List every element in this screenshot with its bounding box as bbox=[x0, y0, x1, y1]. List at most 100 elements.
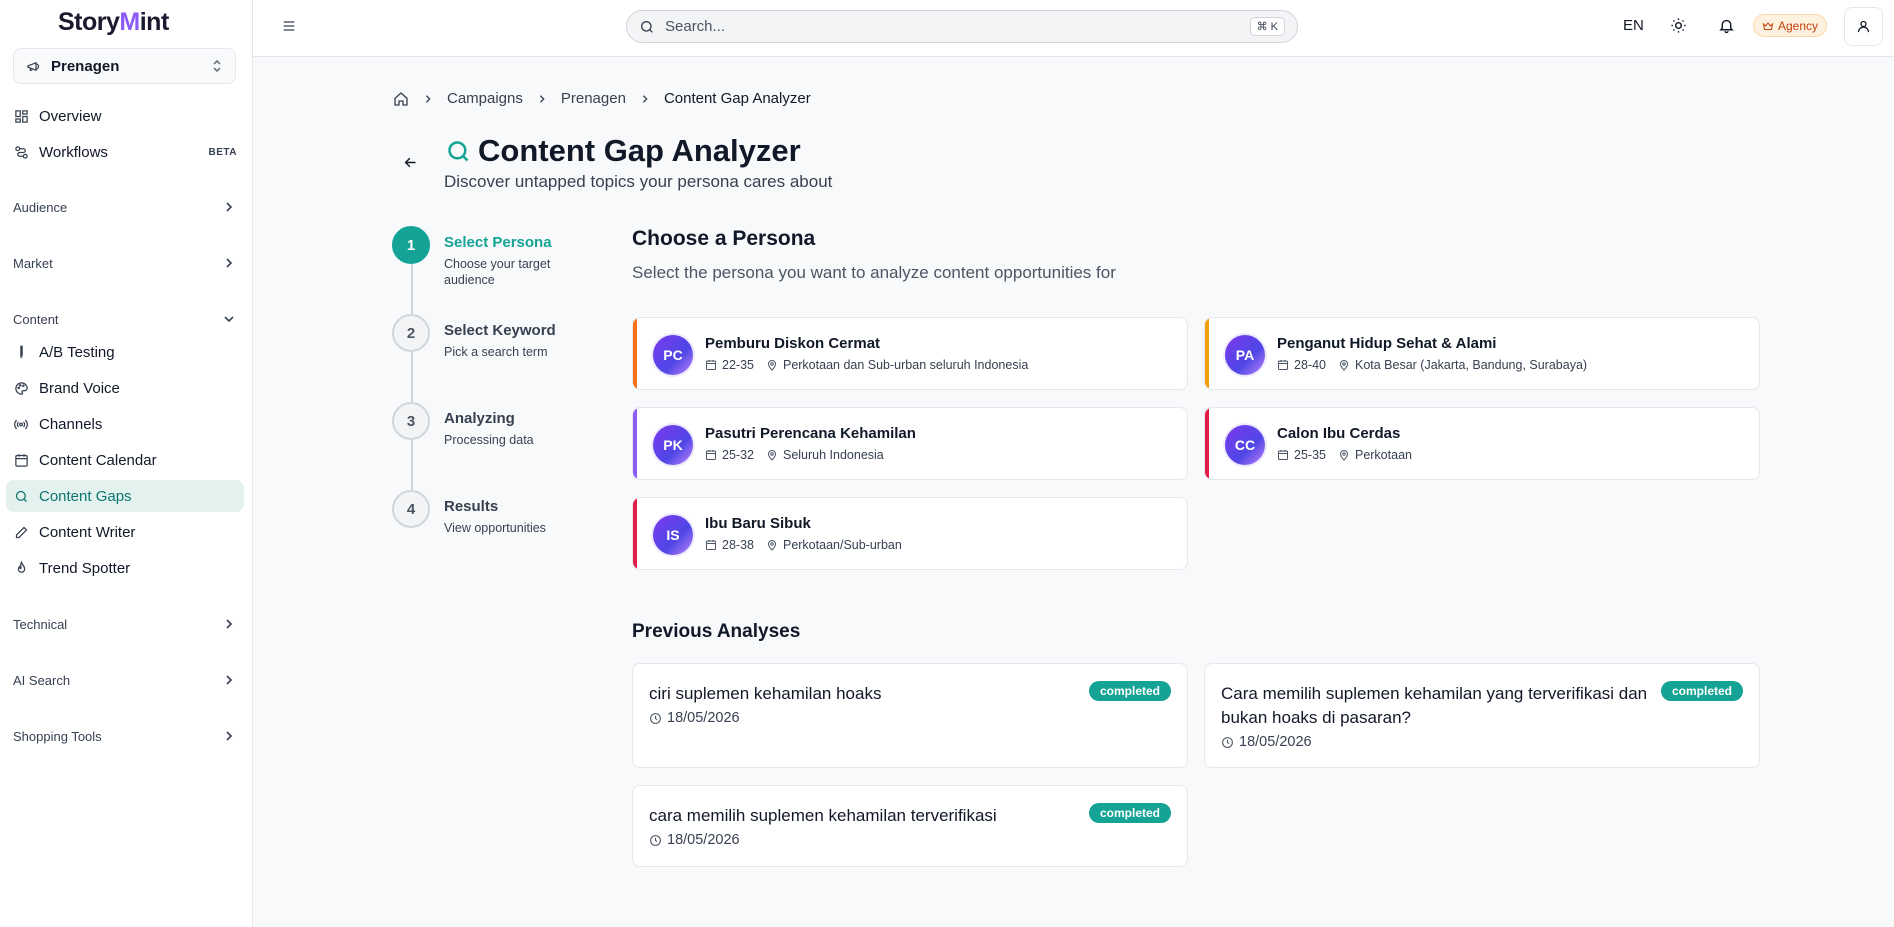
breadcrumb-project[interactable]: Prenagen bbox=[561, 90, 626, 107]
avatar: PA bbox=[1225, 335, 1265, 375]
persona-location: Seluruh Indonesia bbox=[782, 448, 884, 462]
map-pin-icon bbox=[766, 359, 778, 371]
persona-card[interactable]: PC Pemburu Diskon Cermat 22-35 Perkotaan… bbox=[632, 317, 1188, 390]
persona-meta: 28-40 Kota Besar (Jakarta, Bandung, Sura… bbox=[1277, 358, 1587, 372]
chevron-right-icon bbox=[223, 257, 235, 269]
page-title: Content Gap Analyzer bbox=[478, 133, 801, 168]
persona-meta: 25-35 Perkotaan bbox=[1277, 448, 1412, 462]
persona-accent-bar bbox=[633, 408, 637, 479]
chevron-right-icon bbox=[537, 94, 547, 104]
step-connector bbox=[411, 264, 413, 314]
avatar: PC bbox=[653, 335, 693, 375]
chevron-right-icon bbox=[423, 94, 433, 104]
calendar-icon bbox=[1277, 359, 1289, 371]
analysis-card[interactable]: cara memilih suplemen kehamilan terverif… bbox=[632, 785, 1188, 867]
step-connector bbox=[411, 352, 413, 402]
persona-name: Ibu Baru Sibuk bbox=[705, 515, 811, 532]
step-connector bbox=[411, 440, 413, 490]
step-number: 3 bbox=[392, 402, 430, 440]
sidebar-item-channels[interactable]: Channels bbox=[6, 408, 244, 440]
persona-card[interactable]: PK Pasutri Perencana Kehamilan 25-32 Sel… bbox=[632, 407, 1188, 480]
analysis-query: cara memilih suplemen kehamilan terverif… bbox=[649, 806, 997, 825]
section-market[interactable]: Market bbox=[13, 252, 235, 274]
analysis-card[interactable]: Cara memilih suplemen kehamilan yang ter… bbox=[1204, 663, 1760, 768]
map-pin-icon bbox=[766, 539, 778, 551]
calendar-icon bbox=[705, 449, 717, 461]
sidebar: Story Mint Prenagen Overview Workflows BE… bbox=[0, 0, 253, 927]
language-switcher[interactable]: EN bbox=[1623, 17, 1644, 34]
sidebar-item-content-calendar[interactable]: Content Calendar bbox=[6, 444, 244, 476]
persona-accent-bar bbox=[1205, 408, 1209, 479]
search-icon bbox=[445, 138, 472, 165]
megaphone-icon bbox=[26, 59, 41, 74]
home-icon[interactable] bbox=[393, 91, 409, 107]
section-description: Select the persona you want to analyze c… bbox=[632, 263, 1116, 282]
pen-icon bbox=[13, 524, 29, 540]
back-arrow-icon[interactable] bbox=[402, 154, 419, 171]
persona-card[interactable]: PA Penganut Hidup Sehat & Alami 28-40 Ko… bbox=[1204, 317, 1760, 390]
avatar: IS bbox=[653, 515, 693, 555]
search-placeholder: Search... bbox=[665, 18, 726, 35]
avatar: CC bbox=[1225, 425, 1265, 465]
status-badge: completed bbox=[1088, 681, 1171, 701]
section-heading: Previous Analyses bbox=[632, 621, 801, 642]
sidebar-item-content-gaps[interactable]: Content Gaps bbox=[6, 480, 244, 512]
sidebar-item-trend-spotter[interactable]: Trend Spotter bbox=[6, 552, 244, 584]
search-input[interactable]: Search... ⌘ K bbox=[626, 10, 1298, 43]
calendar-icon bbox=[13, 452, 29, 468]
persona-meta: 25-32 Seluruh Indonesia bbox=[705, 448, 884, 462]
persona-accent-bar bbox=[633, 498, 637, 569]
persona-card[interactable]: CC Calon Ibu Cerdas 25-35 Perkotaan bbox=[1204, 407, 1760, 480]
avatar: PK bbox=[653, 425, 693, 465]
persona-name: Pasutri Perencana Kehamilan bbox=[705, 425, 916, 442]
clock-icon bbox=[1221, 736, 1234, 749]
analysis-query: Cara memilih suplemen kehamilan yang ter… bbox=[1221, 684, 1648, 727]
step-number: 2 bbox=[392, 314, 430, 352]
bell-icon[interactable] bbox=[1718, 17, 1735, 34]
project-select[interactable]: Prenagen bbox=[13, 48, 236, 84]
analysis-card[interactable]: ciri suplemen kehamilan hoaks 18/05/2026… bbox=[632, 663, 1188, 768]
clock-icon bbox=[649, 834, 662, 847]
user-menu-button[interactable] bbox=[1844, 7, 1883, 46]
beta-badge: BETA bbox=[208, 146, 237, 158]
calendar-icon bbox=[1277, 449, 1289, 461]
analysis-date: 18/05/2026 bbox=[649, 832, 740, 848]
sidebar-item-overview[interactable]: Overview bbox=[6, 100, 244, 132]
search-icon bbox=[639, 19, 655, 35]
breadcrumb-campaigns[interactable]: Campaigns bbox=[447, 90, 523, 107]
theme-toggle-sun-icon[interactable] bbox=[1670, 17, 1687, 34]
chevron-right-icon bbox=[223, 730, 235, 742]
page-subtitle: Discover untapped topics your persona ca… bbox=[444, 172, 833, 191]
persona-card[interactable]: IS Ibu Baru Sibuk 28-38 Perkotaan/Sub-ur… bbox=[632, 497, 1188, 570]
step-title: Analyzing bbox=[444, 410, 515, 427]
persona-age: 28-38 bbox=[722, 538, 754, 552]
persona-age: 25-32 bbox=[722, 448, 754, 462]
plan-badge[interactable]: Agency bbox=[1753, 14, 1828, 37]
step-desc: View opportunities bbox=[444, 521, 546, 535]
persona-location: Perkotaan dan Sub-urban seluruh Indonesi… bbox=[782, 358, 1029, 372]
sidebar-item-workflows[interactable]: Workflows BETA bbox=[6, 136, 244, 168]
sidebar-item-content-writer[interactable]: Content Writer bbox=[6, 516, 244, 548]
grid-icon bbox=[13, 108, 29, 124]
persona-age: 22-35 bbox=[722, 358, 754, 372]
section-content[interactable]: Content bbox=[13, 308, 235, 330]
persona-location: Kota Besar (Jakarta, Bandung, Surabaya) bbox=[1354, 358, 1588, 372]
section-technical[interactable]: Technical bbox=[13, 613, 235, 635]
analysis-date: 18/05/2026 bbox=[1221, 734, 1312, 750]
breadcrumb-current: Content Gap Analyzer bbox=[663, 90, 811, 107]
brand-logo[interactable]: Story Mint bbox=[58, 8, 169, 37]
sidebar-item-brand-voice[interactable]: Brand Voice bbox=[6, 372, 244, 404]
step-title: Select Keyword bbox=[444, 322, 556, 339]
section-ai-search[interactable]: AI Search bbox=[13, 669, 235, 691]
persona-name: Pemburu Diskon Cermat bbox=[705, 335, 881, 352]
persona-age: 28-40 bbox=[1294, 358, 1326, 372]
menu-icon[interactable] bbox=[281, 18, 297, 34]
chevrons-updown-icon bbox=[211, 59, 223, 73]
sidebar-item-ab-testing[interactable]: A/B Testing bbox=[6, 336, 244, 368]
section-shopping-tools[interactable]: Shopping Tools bbox=[13, 725, 235, 747]
step-number: 1 bbox=[392, 226, 430, 264]
flask-icon bbox=[13, 344, 29, 360]
chevron-right-icon bbox=[223, 201, 235, 213]
section-audience[interactable]: Audience bbox=[13, 196, 235, 218]
chevron-down-icon bbox=[223, 313, 235, 325]
